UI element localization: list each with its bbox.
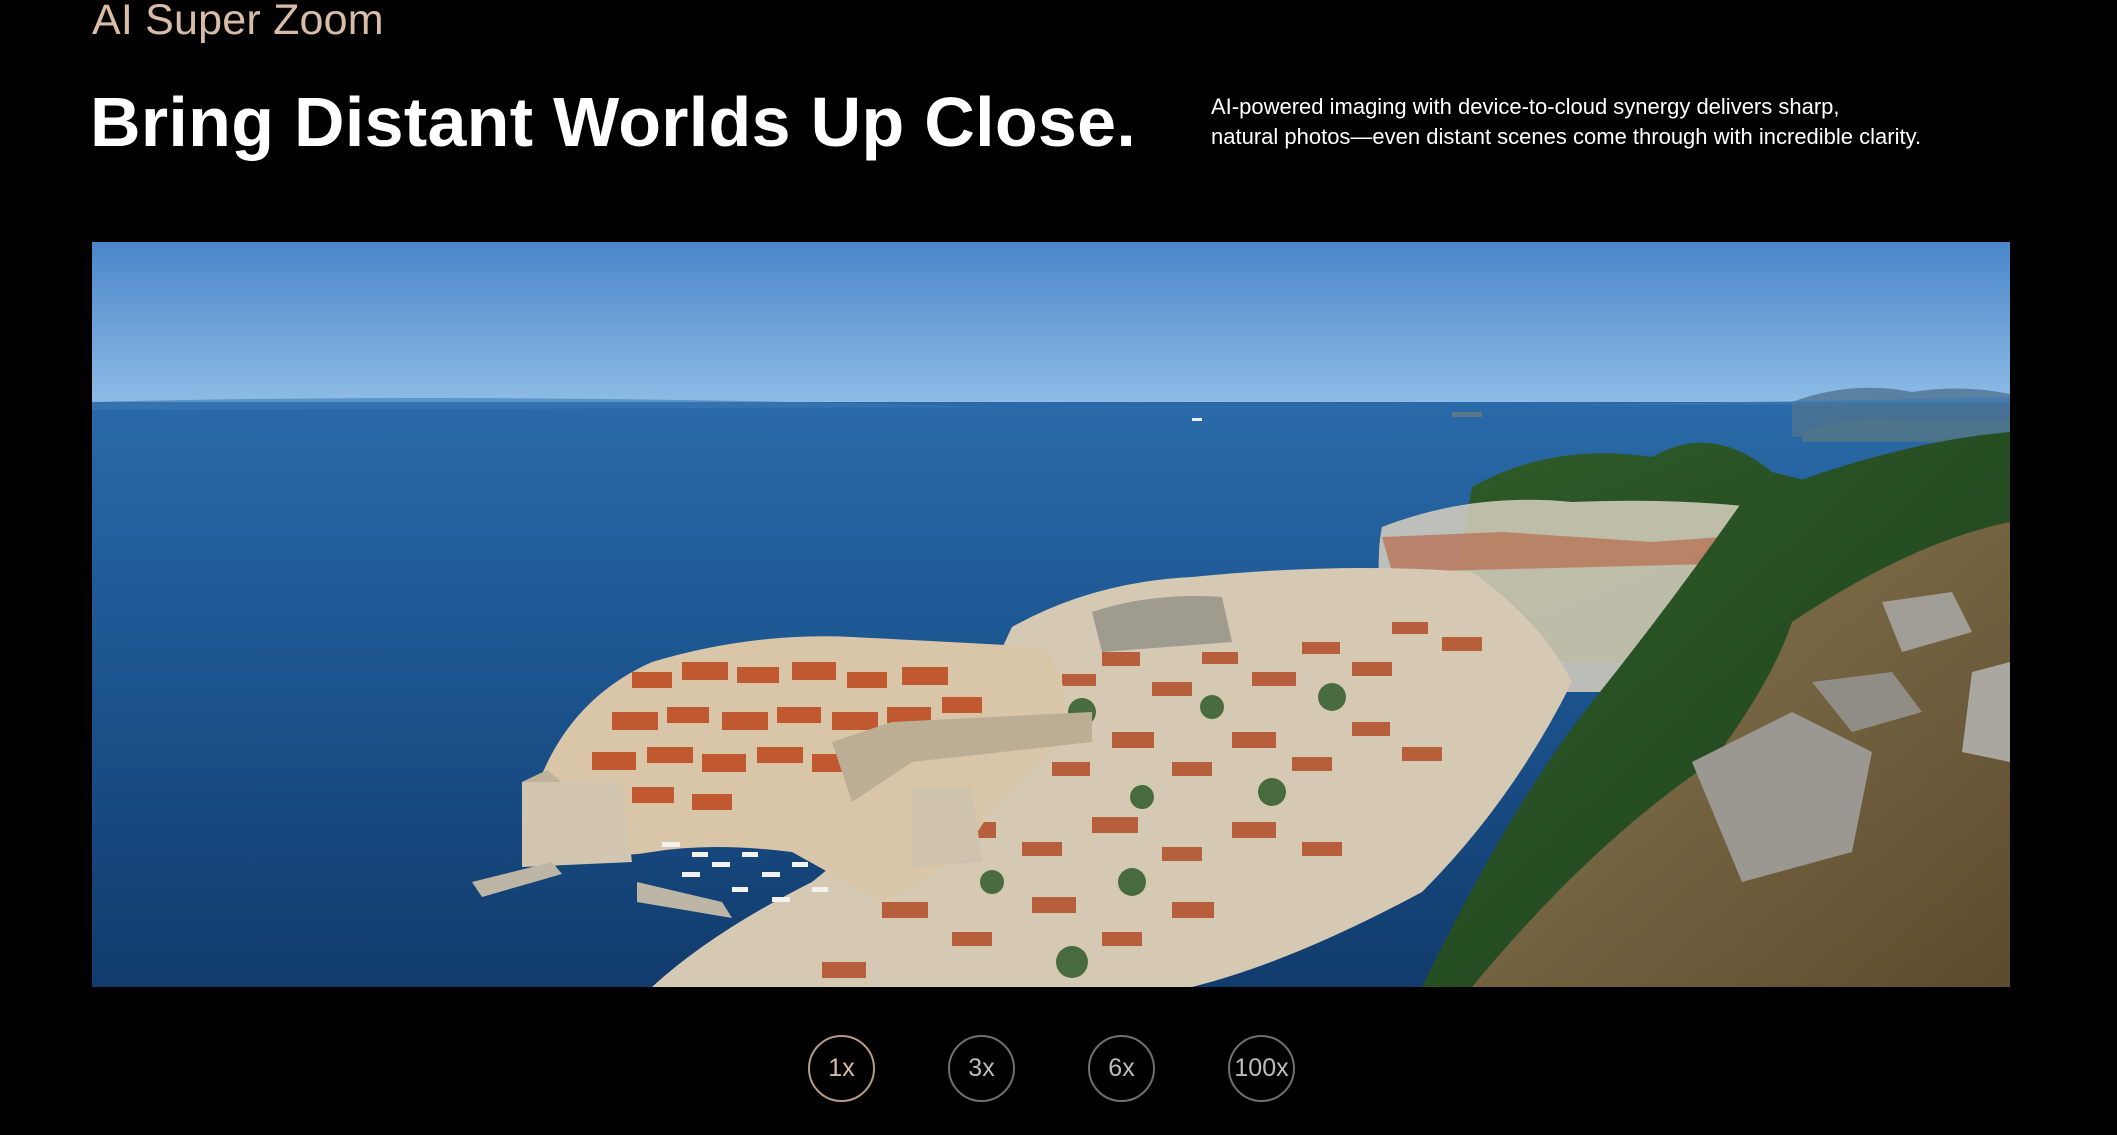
zoom-3x-button[interactable]: 3x [948,1035,1015,1102]
zoom-sample-photo [92,242,2010,987]
page-title: Bring Distant Worlds Up Close. [90,83,1137,161]
zoom-1x-button[interactable]: 1x [808,1035,875,1102]
zoom-6x-button[interactable]: 6x [1088,1035,1155,1102]
section-eyebrow: AI Super Zoom [92,0,384,44]
description-line-1: AI-powered imaging with device-to-cloud … [1211,94,1840,119]
coastal-town-illustration [92,242,2010,987]
zoom-selector: 1x 3x 6x 100x [808,1035,1295,1102]
section-description: AI-powered imaging with device-to-cloud … [1211,92,2011,152]
description-line-2: natural photos—even distant scenes come … [1211,124,1922,149]
zoom-100x-button[interactable]: 100x [1228,1035,1295,1102]
